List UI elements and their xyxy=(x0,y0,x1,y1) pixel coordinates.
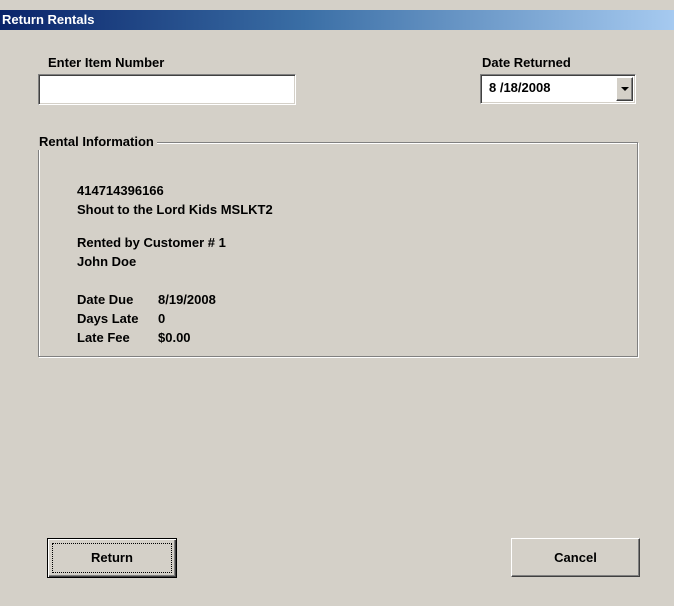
chevron-down-icon xyxy=(621,87,629,91)
date-due-label: Date Due xyxy=(77,292,134,307)
late-fee-label: Late Fee xyxy=(77,330,130,345)
cancel-button-label: Cancel xyxy=(554,550,597,565)
title-bar[interactable]: Return Rentals xyxy=(0,10,674,30)
date-dropdown-button[interactable] xyxy=(616,77,633,101)
return-rentals-window: Return Rentals Enter Item Number Date Re… xyxy=(0,0,674,606)
rental-information-title: Rental Information xyxy=(37,134,157,150)
days-late-value: 0 xyxy=(158,311,166,326)
late-fee-value: $0.00 xyxy=(158,330,191,345)
item-number-label: Enter Item Number xyxy=(48,55,165,70)
item-number-input[interactable] xyxy=(42,78,290,99)
cancel-button[interactable]: Cancel xyxy=(511,538,640,577)
date-returned-picker[interactable]: 8 /18/2008 xyxy=(480,74,636,104)
days-late-label: Days Late xyxy=(77,311,139,326)
return-button-label: Return xyxy=(91,550,133,565)
rental-item-number: 414714396166 xyxy=(77,183,164,198)
rented-by-customer: Rented by Customer # 1 xyxy=(77,235,226,250)
window-title: Return Rentals xyxy=(2,12,95,27)
date-due-value: 8/19/2008 xyxy=(158,292,216,307)
date-returned-value[interactable]: 8 /18/2008 xyxy=(489,80,550,96)
rental-item-title: Shout to the Lord Kids MSLKT2 xyxy=(77,202,273,217)
customer-name: John Doe xyxy=(77,254,137,269)
date-returned-label: Date Returned xyxy=(482,55,571,70)
item-number-field-frame xyxy=(38,74,296,105)
return-button[interactable]: Return xyxy=(47,538,177,578)
